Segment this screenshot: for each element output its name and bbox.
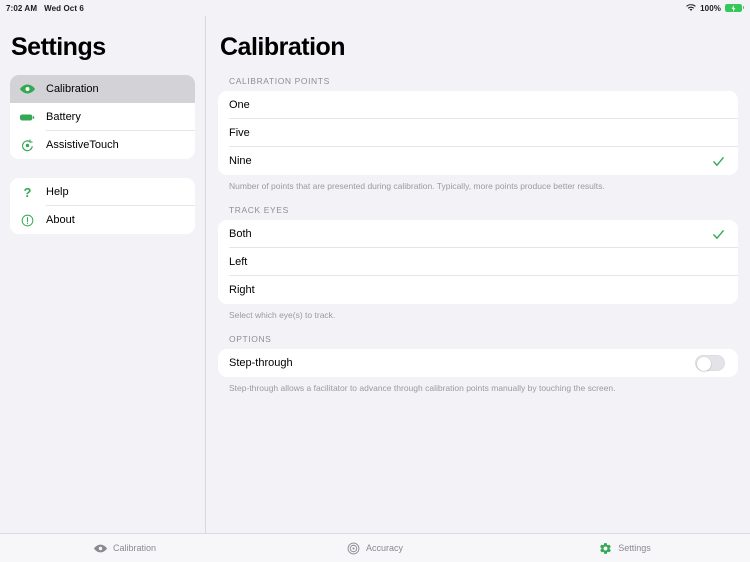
option-label: Left <box>229 256 248 268</box>
sidebar-item-label: Calibration <box>46 83 99 95</box>
sidebar-item-label: AssistiveTouch <box>46 139 119 151</box>
option-row-five[interactable]: Five <box>218 119 738 147</box>
section-footer: Step-through allows a facilitator to adv… <box>229 383 616 393</box>
sidebar: Settings Calibration Battery AssistiveTo… <box>0 16 206 533</box>
toggle-knob <box>697 357 711 371</box>
checkmark-icon <box>712 228 725 241</box>
section-header: CALIBRATION POINTS <box>229 76 330 86</box>
sidebar-group-main: Calibration Battery AssistiveTouch <box>10 75 195 159</box>
option-row-both[interactable]: Both <box>218 220 738 248</box>
section-options: OPTIONS Step-through Step-through allows… <box>218 334 738 393</box>
tab-settings[interactable]: Settings <box>500 542 750 555</box>
settings-card: One Five Nine <box>218 91 738 175</box>
option-label: Right <box>229 284 255 296</box>
status-date: Wed Oct 6 <box>44 3 84 13</box>
sidebar-item-label: Battery <box>46 111 81 123</box>
tab-bar: Calibration Accuracy Settings <box>0 533 750 562</box>
sidebar-title: Settings <box>11 33 106 61</box>
battery-icon <box>19 109 36 126</box>
step-through-toggle[interactable] <box>695 355 725 371</box>
section-track-eyes: TRACK EYES Both Left Right Select which … <box>218 205 738 320</box>
option-label: Both <box>229 228 252 240</box>
settings-card: Both Left Right <box>218 220 738 304</box>
status-bar-left: 7:02 AM Wed Oct 6 <box>6 4 84 13</box>
battery-charging-icon <box>725 4 745 12</box>
option-row-right[interactable]: Right <box>218 276 738 304</box>
tab-label: Accuracy <box>365 543 403 553</box>
section-header: TRACK EYES <box>229 205 289 215</box>
sidebar-item-help[interactable]: ? Help <box>10 178 195 206</box>
eye-icon <box>93 542 107 555</box>
info-circle-icon <box>19 212 36 229</box>
status-bar: 7:02 AM Wed Oct 6 100% <box>0 0 750 16</box>
tab-accuracy[interactable]: Accuracy <box>250 542 500 555</box>
sidebar-group-secondary: ? Help About <box>10 178 195 234</box>
section-footer: Select which eye(s) to track. <box>229 310 336 320</box>
checkmark-icon <box>712 155 725 168</box>
target-icon <box>347 542 360 555</box>
assistive-touch-icon <box>19 137 36 154</box>
option-label: Five <box>229 127 250 139</box>
question-mark-icon: ? <box>23 184 32 200</box>
sidebar-item-label: About <box>46 214 75 226</box>
sidebar-item-assistivetouch[interactable]: AssistiveTouch <box>10 131 195 159</box>
sidebar-item-calibration[interactable]: Calibration <box>10 75 195 103</box>
tab-label: Settings <box>618 543 651 553</box>
sidebar-item-about[interactable]: About <box>10 206 195 234</box>
ipad-settings-screen: 7:02 AM Wed Oct 6 100% Settings Calibrat… <box>0 0 750 562</box>
main-content: Calibration CALIBRATION POINTS One Five <box>206 16 750 533</box>
tab-label: Calibration <box>112 543 157 553</box>
settings-card: Step-through <box>218 349 738 377</box>
option-label: Step-through <box>229 357 293 369</box>
eye-icon <box>19 81 36 98</box>
status-bar-right: 100% <box>686 3 745 13</box>
section-header: OPTIONS <box>229 334 272 344</box>
section-calibration-points: CALIBRATION POINTS One Five Nine Number … <box>218 76 738 191</box>
wifi-icon <box>686 4 696 12</box>
sidebar-item-battery[interactable]: Battery <box>10 103 195 131</box>
gear-icon <box>599 542 612 555</box>
section-footer: Number of points that are presented duri… <box>229 181 605 191</box>
status-time: 7:02 AM <box>6 3 38 13</box>
option-row-one[interactable]: One <box>218 91 738 119</box>
option-row-nine[interactable]: Nine <box>218 147 738 175</box>
option-row-step-through[interactable]: Step-through <box>218 349 738 377</box>
body-split: Settings Calibration Battery AssistiveTo… <box>0 16 750 533</box>
option-row-left[interactable]: Left <box>218 248 738 276</box>
option-label: One <box>229 99 250 111</box>
option-label: Nine <box>229 155 252 167</box>
sidebar-item-label: Help <box>46 186 69 198</box>
tab-calibration[interactable]: Calibration <box>0 542 250 555</box>
page-title: Calibration <box>220 33 346 61</box>
battery-percent-label: 100% <box>700 3 721 13</box>
